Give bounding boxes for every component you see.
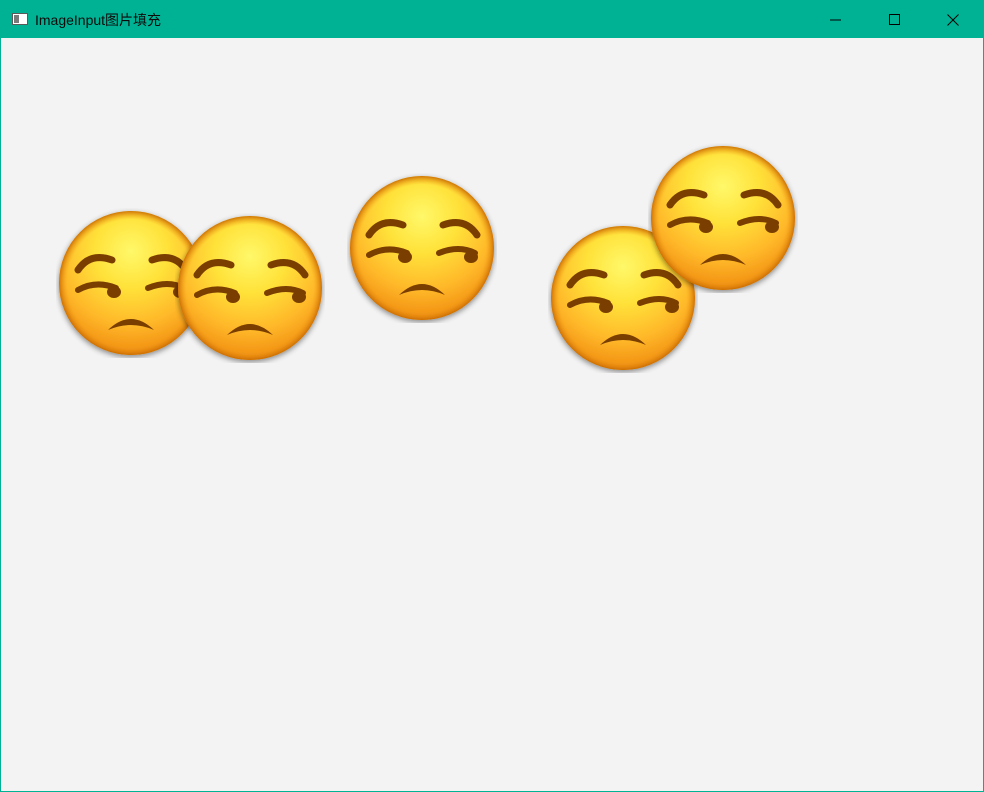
minimize-button[interactable] [807, 1, 865, 38]
unamused-face-image-5[interactable] [648, 143, 798, 293]
window-title: ImageInput图片填充 [35, 12, 162, 28]
unamused-face-image-2[interactable] [175, 213, 325, 363]
close-icon [947, 13, 959, 26]
unamused-face-icon [347, 173, 497, 323]
close-button[interactable] [924, 1, 982, 38]
maximize-icon [889, 13, 900, 25]
app-window-icon [12, 13, 28, 25]
image-canvas[interactable] [1, 38, 983, 791]
minimize-icon [830, 19, 841, 20]
unamused-face-image-3[interactable] [347, 173, 497, 323]
unamused-face-icon [175, 213, 325, 363]
unamused-face-icon [648, 143, 798, 293]
maximize-button[interactable] [866, 1, 924, 38]
title-bar[interactable]: ImageInput图片填充 [1, 1, 983, 38]
app-window: ImageInput图片填充 [0, 0, 984, 792]
